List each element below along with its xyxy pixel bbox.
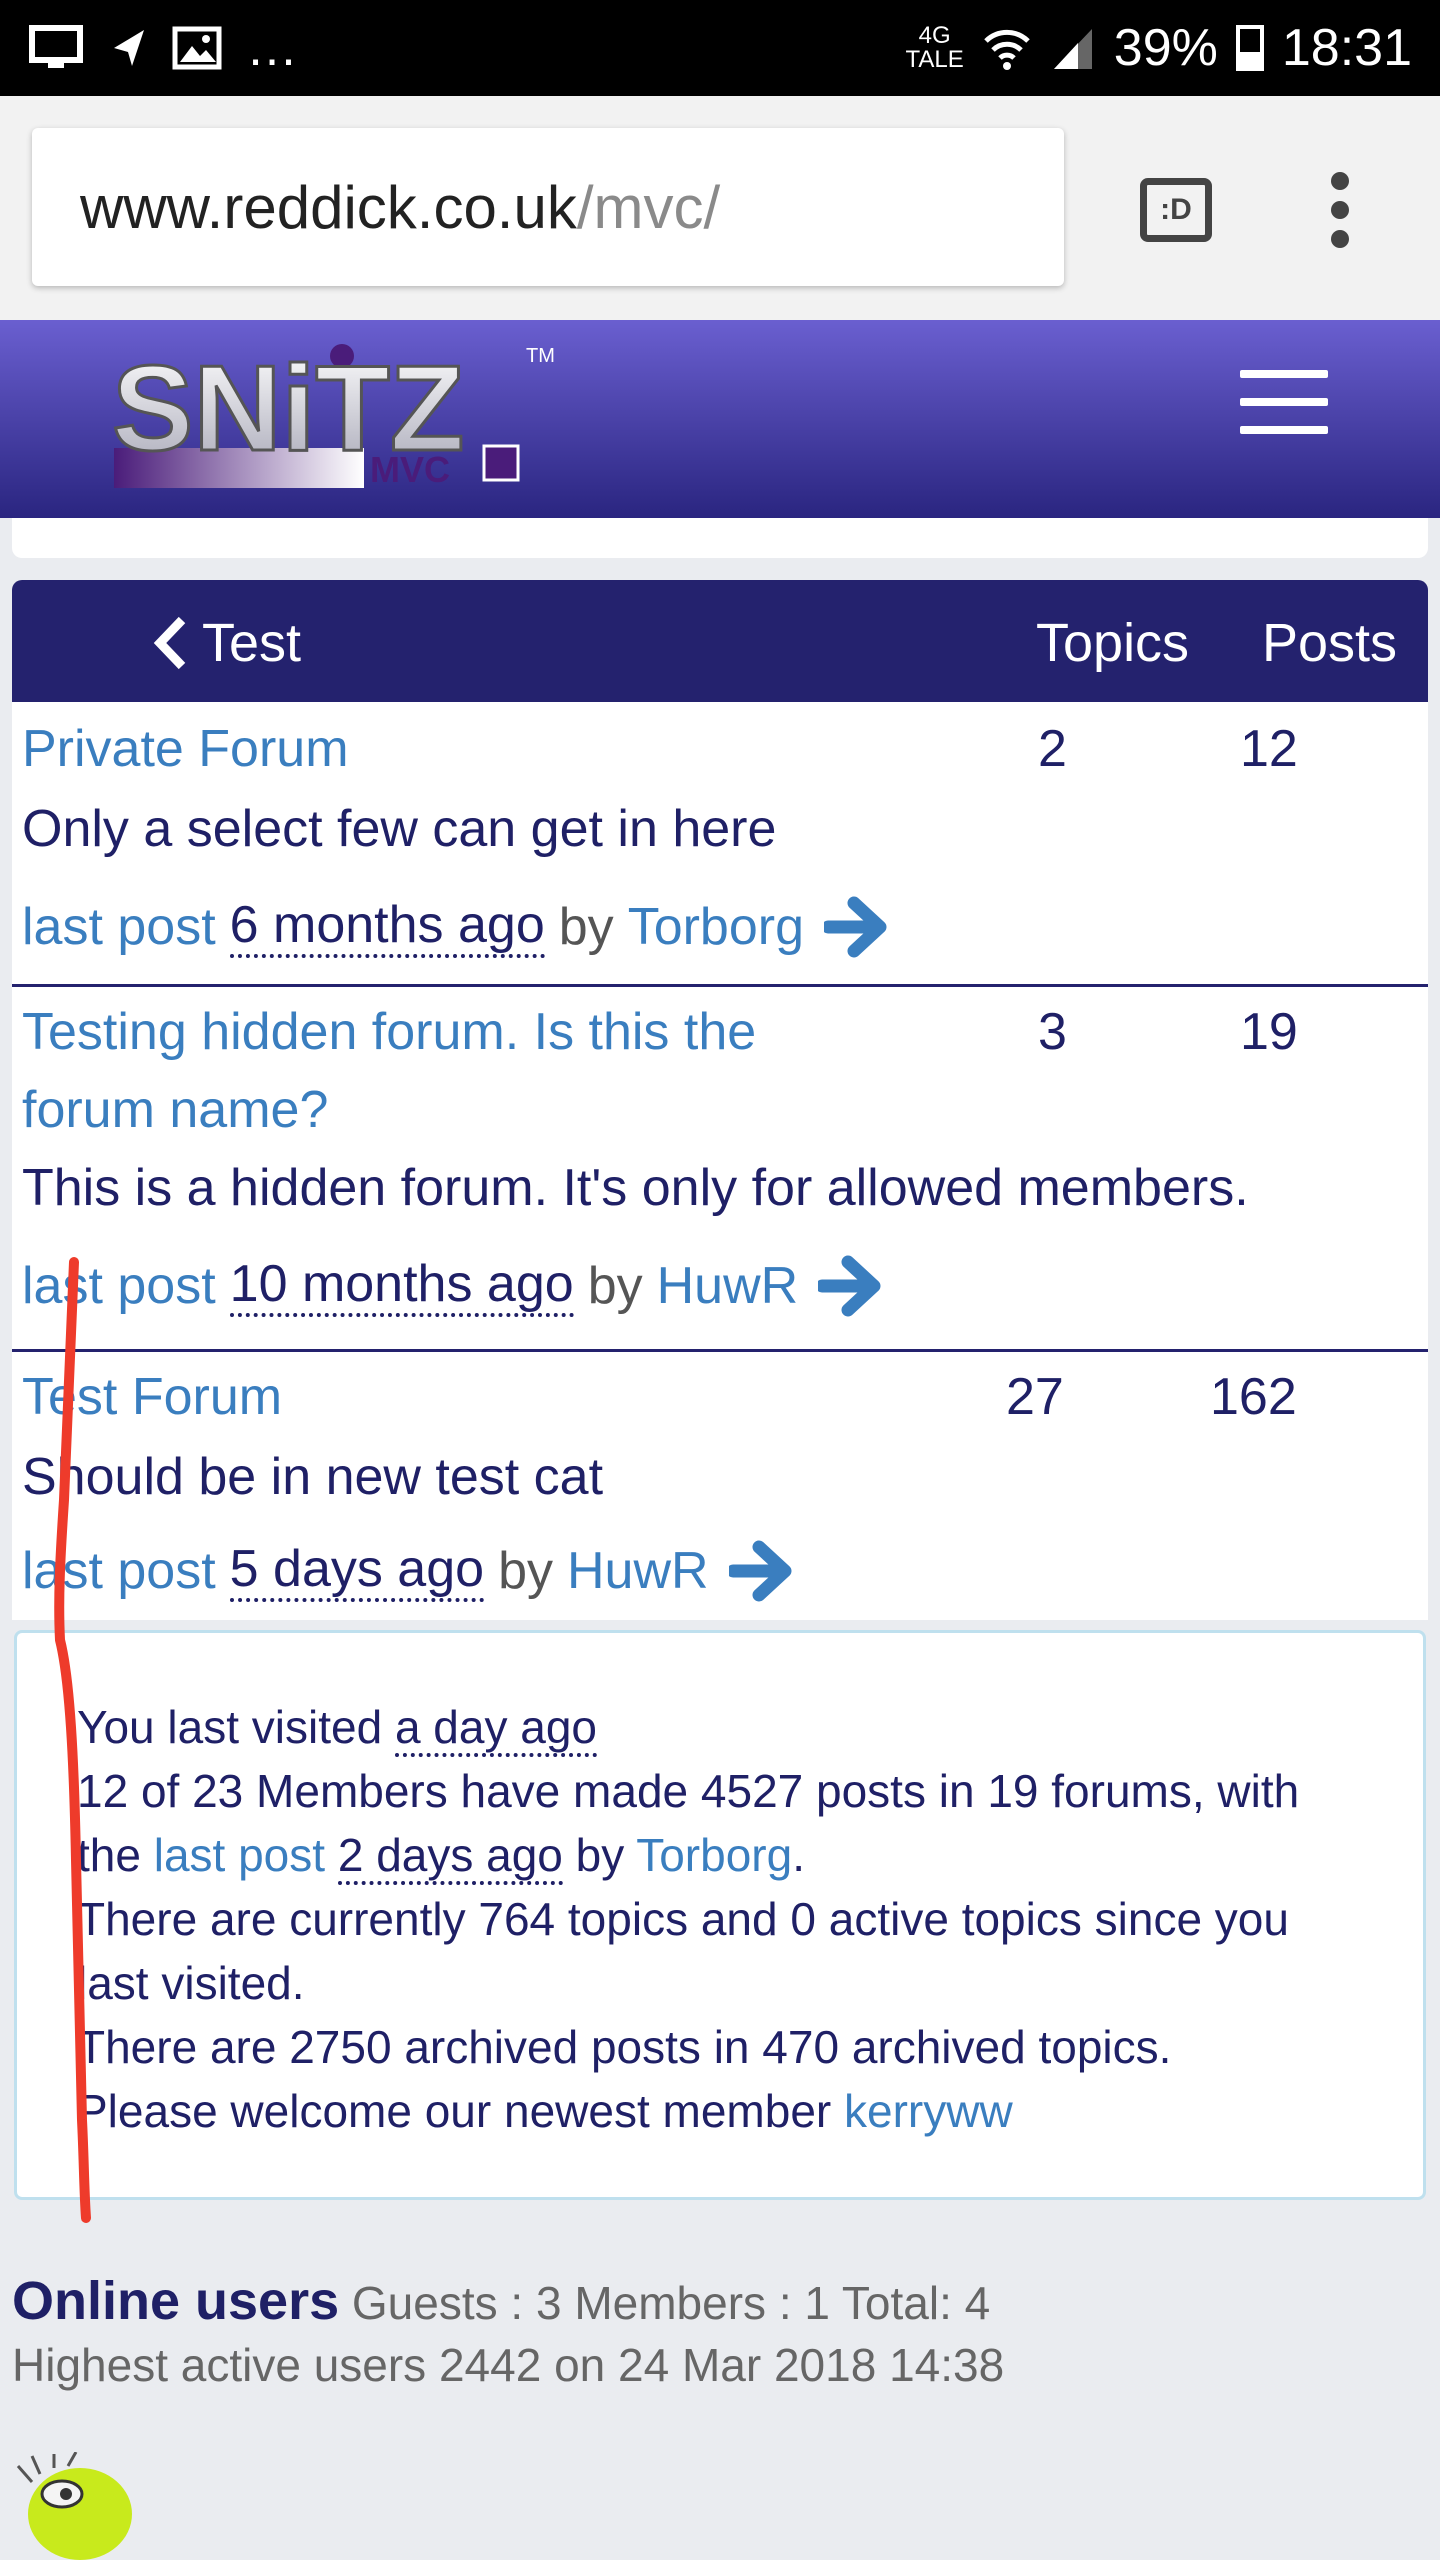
forum-description: Should be in new test cat xyxy=(22,1448,604,1506)
network-type: 4G TALE xyxy=(906,24,964,72)
forum-topics-count: 2 xyxy=(1038,720,1067,778)
forum-row: Private Forum 2 12 Only a select few can… xyxy=(12,702,1428,987)
last-post-label: last post xyxy=(22,1542,216,1600)
period: . xyxy=(792,1829,805,1881)
forum-name-link[interactable]: Private Forum xyxy=(22,710,902,788)
tab-switcher-button[interactable]: :D xyxy=(1140,178,1212,242)
posts-column-header: Posts xyxy=(1262,613,1398,673)
online-users-counts: Guests : 3 Members : 1 Total: 4 xyxy=(351,2277,991,2329)
arrow-right-icon[interactable] xyxy=(728,1539,799,1603)
forum-description: This is a hidden forum. It's only for al… xyxy=(22,1159,1249,1217)
url-host: www.reddick.co.uk xyxy=(80,173,577,241)
forum-row: Testing hidden forum. Is this the forum … xyxy=(12,987,1428,1352)
url-path: /mvc/ xyxy=(576,173,721,241)
forum-posts-count: 12 xyxy=(1240,720,1298,778)
signal-icon xyxy=(1053,29,1092,69)
svg-text:MVC: MVC xyxy=(370,449,450,490)
forum-posts-count: 162 xyxy=(1210,1368,1297,1426)
battery-icon xyxy=(1235,25,1264,71)
members-line: 12 of 23 Members have made 4527 posts in… xyxy=(77,1765,1300,1817)
last-post-user-link[interactable]: Torborg xyxy=(628,888,804,966)
by-label: by xyxy=(587,1257,643,1315)
svg-text:TM: TM xyxy=(526,345,555,367)
forum-name-link[interactable]: Test Forum xyxy=(22,1358,902,1436)
last-post-label: last post xyxy=(22,1257,216,1315)
site-header: SNiTZ MVC TM xyxy=(0,320,1440,518)
tab-switcher-label: :D xyxy=(1160,193,1192,226)
browser-menu-icon[interactable] xyxy=(1330,172,1350,248)
newest-member-link[interactable]: kerryww xyxy=(844,2085,1013,2137)
browser-toolbar: www.reddick.co.uk/mvc/ :D xyxy=(0,96,1440,320)
welcome-line: Please welcome our newest member kerryww xyxy=(77,2079,1423,2143)
forum-row: Test Forum 27 162 Should be in new test … xyxy=(12,1352,1428,1620)
last-post-link[interactable]: last post xyxy=(154,1829,325,1881)
category-title: Test xyxy=(202,613,302,673)
last-visited-time: a day ago xyxy=(394,1701,597,1757)
online-users: Online users Guests : 3 Members : 1 Tota… xyxy=(12,2270,1004,2396)
table-header: Test Topics Posts xyxy=(12,580,1428,702)
hamburger-menu-icon[interactable] xyxy=(1240,370,1328,454)
forum-posts-count: 19 xyxy=(1240,1003,1298,1061)
topics-column-header: Topics xyxy=(1036,613,1190,673)
forum-table: Test Topics Posts Private Forum 2 12 Onl… xyxy=(12,580,1428,1620)
cast-screen-icon xyxy=(29,25,83,68)
last-post-user-link[interactable]: Torborg xyxy=(636,1829,792,1881)
by-label: by xyxy=(575,1829,625,1881)
status-bar: … 4G TALE 39% 18:31 xyxy=(0,0,1440,96)
last-post-time: 10 months ago xyxy=(229,1255,574,1317)
status-system: 4G TALE 39% 18:31 xyxy=(906,18,1412,78)
forum-description: Only a select few can get in here xyxy=(22,800,777,858)
forum-topics-count: 27 xyxy=(1006,1368,1064,1426)
battery-percent: 39% xyxy=(1113,19,1218,77)
last-post-user-link[interactable]: HuwR xyxy=(567,1532,709,1610)
more-notifications-icon: … xyxy=(246,19,298,77)
online-users-title: Online users xyxy=(12,2271,340,2331)
last-post-time: 2 days ago xyxy=(337,1829,563,1885)
arrow-right-icon[interactable] xyxy=(818,1254,888,1318)
image-icon xyxy=(172,26,222,70)
snitz-logo[interactable]: SNiTZ MVC TM xyxy=(108,340,568,510)
forum-last-post: last post 10 months ago by HuwR xyxy=(22,1247,888,1325)
forum-statistics: You last visited a day ago 12 of 23 Memb… xyxy=(14,1630,1426,2200)
last-post-label: last post xyxy=(22,898,216,956)
url-bar[interactable]: www.reddick.co.uk/mvc/ xyxy=(32,128,1064,286)
highest-active-users: Highest active users 2442 on 24 Mar 2018… xyxy=(12,2339,1005,2391)
arrow-right-icon[interactable] xyxy=(824,895,894,959)
forum-name-link[interactable]: Testing hidden forum. Is this the forum … xyxy=(22,993,882,1149)
clock: 18:31 xyxy=(1281,19,1412,77)
forum-topics-count: 3 xyxy=(1038,1003,1067,1061)
forum-last-post: last post 5 days ago by HuwR xyxy=(22,1532,799,1610)
last-post-line: the last post 2 days ago by Torborg. xyxy=(77,1823,1423,1887)
last-visited-line: You last visited a day ago xyxy=(77,1695,1423,1759)
archive-line: There are 2750 archived posts in 470 arc… xyxy=(77,2021,1172,2073)
last-post-time: 6 months ago xyxy=(229,896,545,958)
the-label: the xyxy=(77,1829,141,1881)
user-avatar-icon[interactable] xyxy=(14,2452,134,2560)
network-type-top: 4G xyxy=(918,22,951,49)
welcome-label: Please welcome our newest member xyxy=(77,2085,832,2137)
location-arrow-icon xyxy=(114,30,144,66)
last-visited-label: You last visited xyxy=(77,1701,383,1753)
network-type-bottom: TALE xyxy=(905,46,964,73)
by-label: by xyxy=(498,1542,553,1600)
topics-line: There are currently 764 topics and 0 act… xyxy=(77,1893,1289,1945)
topics-line-cont: last visited. xyxy=(77,1957,305,2009)
last-post-time: 5 days ago xyxy=(229,1540,485,1602)
forum-last-post: last post 6 months ago by Torborg xyxy=(22,888,894,966)
chevron-left-icon xyxy=(153,616,186,670)
last-post-user-link[interactable]: HuwR xyxy=(657,1247,799,1325)
content-strip xyxy=(12,518,1428,558)
by-label: by xyxy=(558,898,614,956)
wifi-icon xyxy=(984,29,1030,70)
status-notifications: … xyxy=(28,18,298,78)
back-to-category-link[interactable]: Test xyxy=(152,612,301,674)
